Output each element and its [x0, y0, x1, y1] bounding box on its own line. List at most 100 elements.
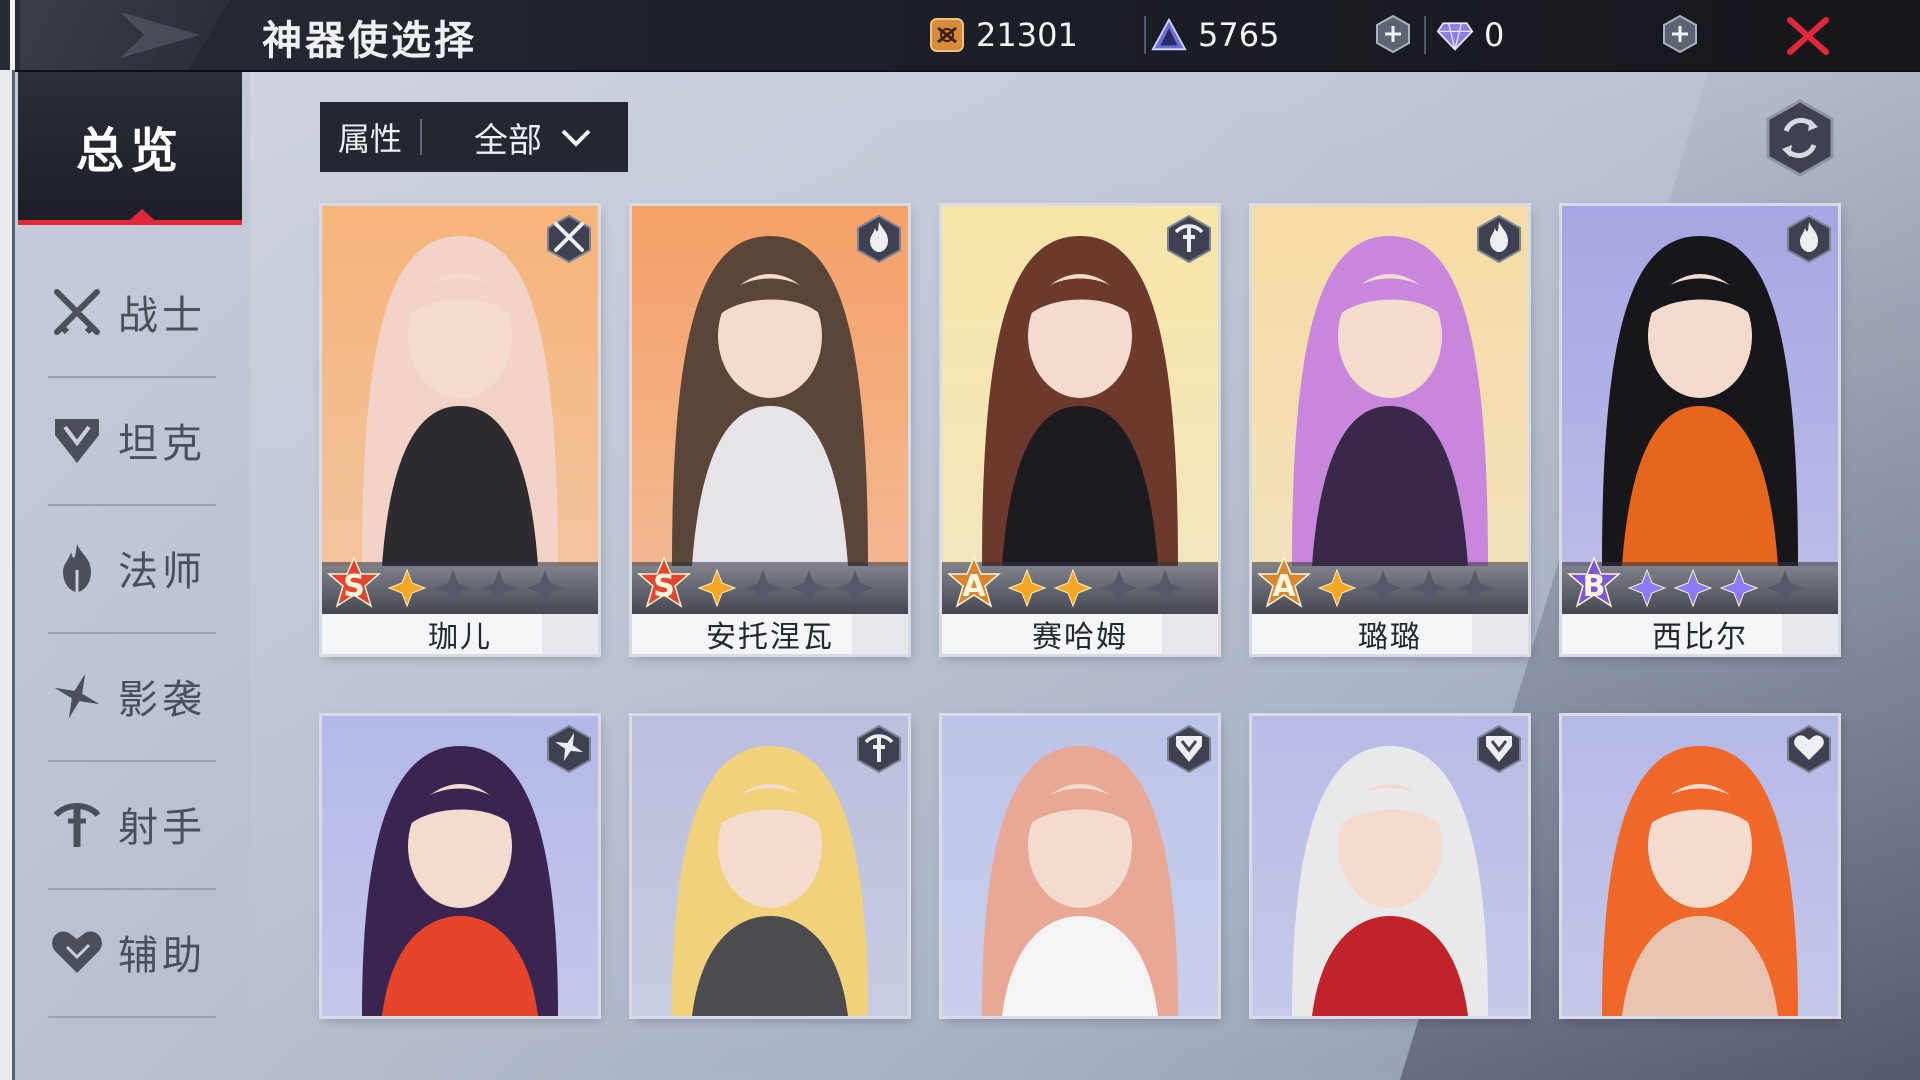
rank-bar: S	[322, 556, 598, 614]
character-name: 安托涅瓦	[632, 614, 908, 654]
star-icon	[1716, 568, 1762, 608]
close-icon	[1787, 17, 1829, 55]
star-icon	[384, 568, 430, 608]
currency-diamonds: 0	[1436, 10, 1504, 60]
character-name: 璐璐	[1252, 614, 1528, 654]
rank-badge: A	[944, 556, 1004, 614]
sidebar-item-tank[interactable]: 坦克	[48, 376, 216, 506]
shield-helmet-icon	[1166, 724, 1212, 774]
currency-divider	[1144, 16, 1146, 54]
svg-text:A: A	[962, 569, 986, 604]
rank-badge: A	[1254, 556, 1314, 614]
star-icon	[1406, 568, 1452, 608]
plus-icon	[1663, 14, 1697, 54]
add-diamonds-button[interactable]	[1660, 14, 1700, 54]
filter-value: 全部	[474, 120, 543, 161]
character-card[interactable]: A 赛哈姆	[942, 206, 1218, 654]
shield-helmet-icon	[48, 411, 106, 469]
sidebar-item-label: 战士	[118, 293, 206, 339]
character-card[interactable]: A 璐璐	[1252, 206, 1528, 654]
chevron-down-icon	[558, 119, 594, 155]
back-wing[interactable]	[20, 0, 230, 70]
character-card[interactable]	[1252, 716, 1528, 1016]
rank-bar: A	[1252, 556, 1528, 614]
refresh-icon	[1766, 99, 1834, 177]
star-rating	[1004, 568, 1188, 608]
star-icon	[1762, 568, 1808, 608]
diamonds-value: 0	[1484, 16, 1505, 54]
rank-badge: S	[634, 556, 694, 614]
star-icon	[694, 568, 740, 608]
flame-staff-icon	[1476, 214, 1522, 264]
sidebar-item-label: 法师	[118, 549, 206, 595]
flame-staff-icon	[1786, 214, 1832, 264]
sidebar-item-mage[interactable]: 法师	[48, 504, 216, 634]
sidebar-item-support[interactable]: 辅助	[48, 888, 216, 1018]
crossbow-icon	[48, 795, 106, 853]
character-card[interactable]	[942, 716, 1218, 1016]
rank-badge: S	[324, 556, 384, 614]
crystal-pyramid-icon	[1150, 16, 1188, 54]
currency-divider	[1424, 16, 1426, 54]
svg-text:S: S	[653, 569, 675, 604]
coins-value: 21301	[976, 16, 1078, 54]
attribute-filter[interactable]: 属性 全部	[320, 102, 628, 172]
star-icon	[1314, 568, 1360, 608]
character-card[interactable]: B 西比尔	[1562, 206, 1838, 654]
crystals-value: 5765	[1198, 16, 1280, 54]
crossed-swords-icon	[546, 214, 592, 264]
character-name: 赛哈姆	[942, 614, 1218, 654]
page-title: 神器使选择	[262, 18, 477, 64]
currency-crystals: 5765	[1150, 10, 1279, 60]
character-card[interactable]	[632, 716, 908, 1016]
sidebar-item-marksman[interactable]: 射手	[48, 760, 216, 890]
sidebar-item-assassin[interactable]: 影袭	[48, 632, 216, 762]
star-icon	[430, 568, 476, 608]
star-icon	[1670, 568, 1716, 608]
character-name: 西比尔	[1562, 614, 1838, 654]
tab-overview[interactable]: 总览	[18, 72, 242, 225]
star-icon	[1360, 568, 1406, 608]
star-icon	[476, 568, 522, 608]
character-card[interactable]	[1562, 716, 1838, 1016]
star-icon	[1452, 568, 1498, 608]
shuriken-icon	[546, 724, 592, 774]
star-icon	[1624, 568, 1670, 608]
shield-helmet-icon	[1476, 724, 1522, 774]
top-bar: 神器使选择 21301 5765 0	[0, 0, 1920, 72]
star-icon	[522, 568, 568, 608]
left-edge	[0, 70, 12, 1080]
currency-coins: 21301	[928, 10, 1078, 60]
rank-bar: B	[1562, 556, 1838, 614]
filter-label: 属性	[338, 120, 403, 158]
star-icon	[1142, 568, 1188, 608]
top-bar-accent	[10, 0, 15, 70]
character-card[interactable]: S 珈儿	[322, 206, 598, 654]
crossed-swords-icon	[48, 283, 106, 341]
sidebar-item-warrior[interactable]: 战士	[48, 248, 216, 378]
svg-text:A: A	[1272, 569, 1296, 604]
close-button[interactable]	[1782, 12, 1834, 60]
coin-token-icon	[928, 16, 966, 54]
rank-badge: B	[1564, 556, 1624, 614]
flame-staff-icon	[856, 214, 902, 264]
sidebar-item-label: 坦克	[118, 421, 206, 467]
star-icon	[740, 568, 786, 608]
plus-icon	[1376, 14, 1410, 54]
add-crystals-button[interactable]	[1373, 14, 1413, 54]
refresh-button[interactable]	[1762, 98, 1838, 178]
heart-icon	[1786, 724, 1832, 774]
svg-text:S: S	[343, 569, 365, 604]
character-name: 珈儿	[322, 614, 598, 654]
tab-overview-label: 总览	[75, 123, 184, 179]
rank-bar: S	[632, 556, 908, 614]
star-icon	[1050, 568, 1096, 608]
rank-bar: A	[942, 556, 1218, 614]
character-card[interactable]	[322, 716, 598, 1016]
back-arrow-icon[interactable]	[120, 12, 200, 58]
character-card[interactable]: S 安托涅瓦	[632, 206, 908, 654]
flame-staff-icon	[48, 539, 106, 597]
filter-divider	[420, 119, 423, 155]
shuriken-icon	[48, 667, 106, 725]
active-indicator	[124, 209, 160, 225]
